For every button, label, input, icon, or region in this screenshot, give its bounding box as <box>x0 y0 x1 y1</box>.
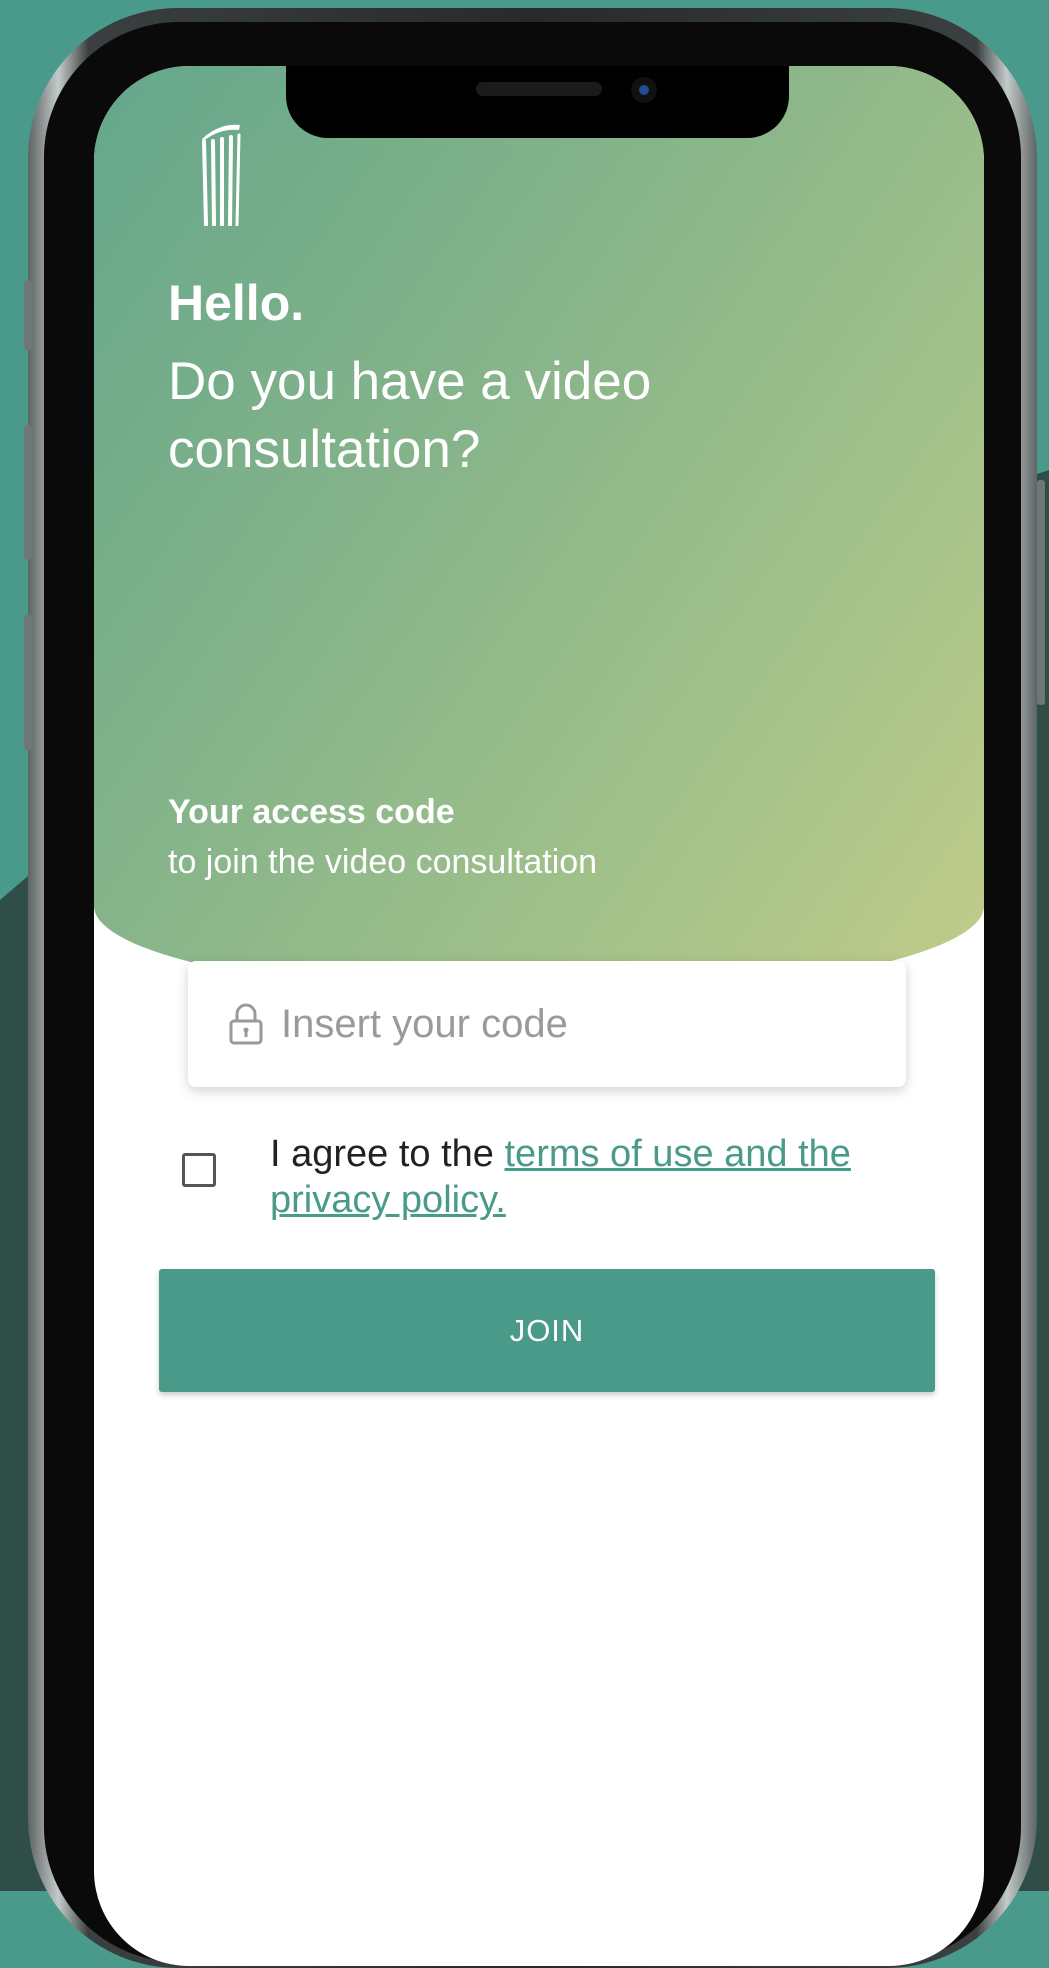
join-button[interactable]: JOIN <box>159 1269 935 1392</box>
greeting-heading: Hello. <box>168 275 305 331</box>
app-screen: Hello. Do you have a video consultation?… <box>94 66 984 1966</box>
side-button <box>24 615 32 750</box>
phone-notch <box>286 66 789 138</box>
consultation-question: Do you have a video consultation? <box>168 352 652 479</box>
access-code-title: Your access code <box>168 793 455 831</box>
speaker-grille <box>476 82 602 96</box>
side-button <box>24 280 32 350</box>
front-camera <box>631 77 657 103</box>
lock-icon <box>229 1003 263 1045</box>
access-code-subtitle: to join the video consultation <box>168 843 598 881</box>
agreement-text: I agree to the terms of use and the priv… <box>270 1131 910 1223</box>
side-button <box>24 425 32 560</box>
access-code-field[interactable] <box>188 961 906 1087</box>
hero-panel: Hello. Do you have a video consultation?… <box>94 66 984 996</box>
agreement-prefix: I agree to the <box>270 1133 505 1175</box>
agree-checkbox[interactable] <box>182 1153 216 1187</box>
side-button <box>1037 480 1045 705</box>
column-logo-icon <box>202 124 241 226</box>
access-code-input[interactable] <box>279 1000 843 1048</box>
